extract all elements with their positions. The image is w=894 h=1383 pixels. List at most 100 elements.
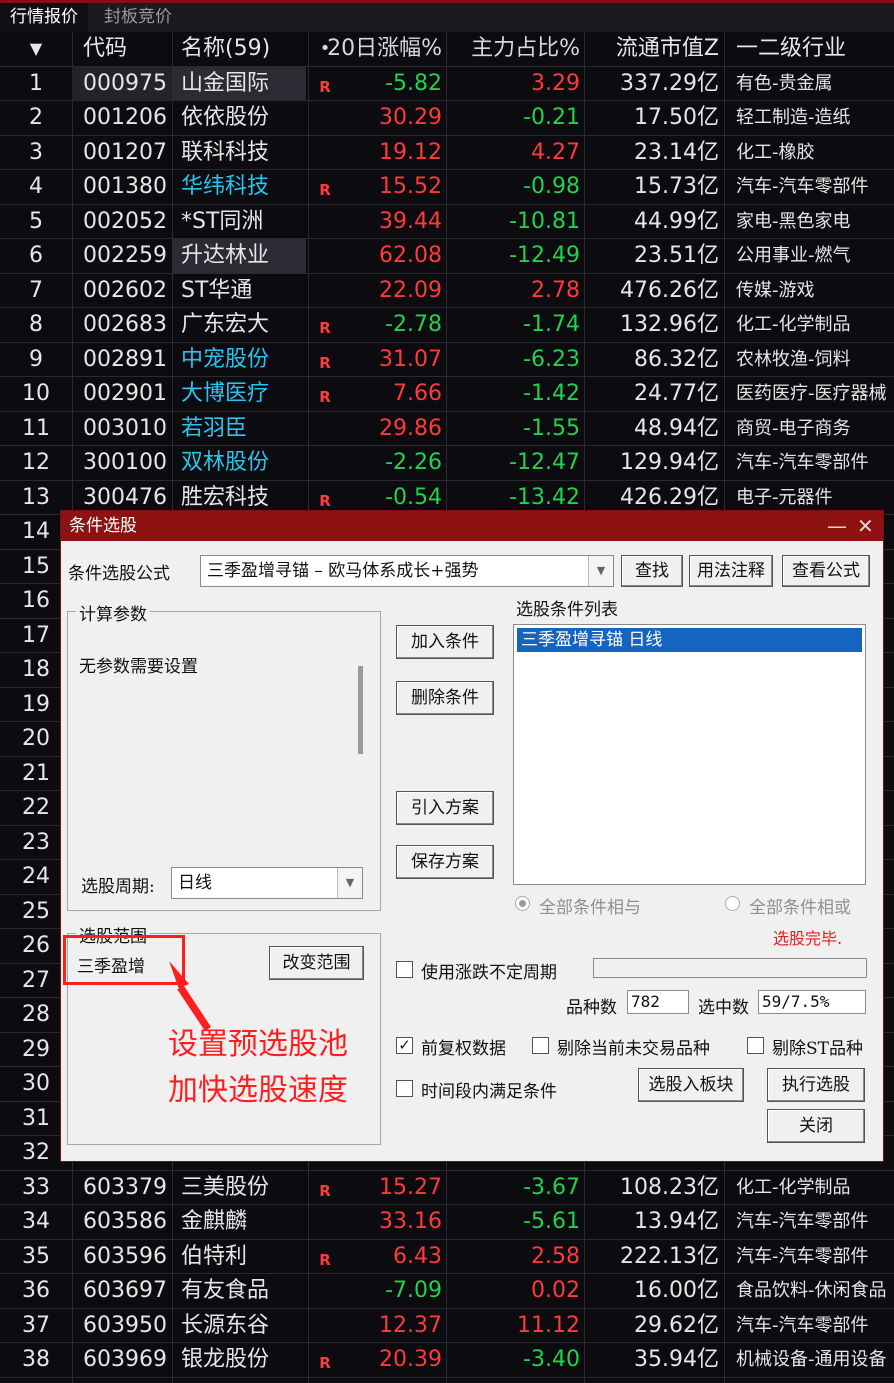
import-plan-button[interactable]: 引入方案 <box>396 791 494 825</box>
industry-value: 食品饮料-休闲食品 <box>736 1280 887 1301</box>
table-row[interactable]: 7 002602 ST华通 22.09 2.78 476.26亿 传媒-游戏 <box>0 274 894 308</box>
chevron-down-icon[interactable]: ▼ <box>588 556 613 586</box>
table-row[interactable]: 1 000975 山金国际 R -5.82 3.29 337.29亿 有色-贵金属 <box>0 66 894 101</box>
radio-or-label[interactable]: 全部条件相或 <box>749 893 851 918</box>
tab-quotes[interactable]: 行情报价 <box>0 3 88 32</box>
radio-or[interactable] <box>725 896 740 911</box>
main-ratio-value: -1.42 <box>523 381 580 406</box>
table-row[interactable]: 5 002052 *ST同洲 39.44 -10.81 44.99亿 家电-黑色家电 <box>0 205 894 239</box>
financing-flag <box>308 239 342 273</box>
chevron-down-icon[interactable]: ▼ <box>337 868 362 898</box>
stock-code: 002259 <box>83 243 167 268</box>
fq-checkbox[interactable]: ✓ <box>396 1037 413 1054</box>
stock-code: 603950 <box>83 1312 167 1338</box>
table-row[interactable]: 4 001380 华纬科技 R 15.52 -0.98 15.73亿 汽车-汽车零部件 <box>0 170 894 205</box>
table-row[interactable]: 2 001206 依依股份 30.29 -0.21 17.50亿 轻工制造-造纸 <box>0 101 894 136</box>
formula-select[interactable]: 三季盈增寻锚 – 欧马体系成长+强势 ▼ <box>200 555 614 587</box>
find-button[interactable]: 查找 <box>621 555 683 587</box>
annotation-line-2: 加快选股速度 <box>168 1073 348 1108</box>
table-row[interactable]: 35 603596 伯特利 R 6.43 2.58 222.13亿 汽车-汽车零部件 <box>0 1240 894 1274</box>
row-number: 11 <box>22 415 50 441</box>
radio-and[interactable] <box>515 896 530 911</box>
close-icon[interactable]: ✕ <box>857 511 874 541</box>
float-cap-value: 24.77亿 <box>634 381 719 406</box>
header-float-cap[interactable]: 流通市值Z <box>584 32 722 66</box>
row-number: 33 <box>22 1174 50 1200</box>
change-scope-button[interactable]: 改变范围 <box>269 946 364 980</box>
table-row[interactable]: 8 002683 广东宏大 R -2.78 -1.74 132.96亿 化工-化学制品 <box>0 308 894 343</box>
float-cap-value: 17.50亿 <box>634 105 719 130</box>
table-row[interactable]: 10 002901 大博医疗 R 7.66 -1.42 24.77亿 医药医疗-医疗器械 <box>0 377 894 412</box>
float-cap-value: 476.26亿 <box>620 277 719 303</box>
header-chg20[interactable]: 20日涨幅% <box>320 32 446 66</box>
exclude-notrade-label[interactable]: 剔除当前未交易品种 <box>557 1034 710 1059</box>
variable-period-label[interactable]: 使用涨跌不定周期 <box>421 958 557 983</box>
row-number: 4 <box>29 174 43 199</box>
industry-value: 汽车-汽车零部件 <box>736 1211 869 1232</box>
chg20-value: 29.86 <box>379 415 442 441</box>
dialog-title-bar[interactable]: 条件选股 — ✕ <box>61 511 883 541</box>
condition-list-item[interactable]: 三季盈增寻锚 日线 <box>517 628 862 652</box>
row-number: 10 <box>22 381 50 406</box>
stock-code: 603969 <box>83 1347 167 1372</box>
chg20-value: 39.44 <box>379 208 442 234</box>
table-row[interactable]: 34 603586 金麒麟 33.16 -5.61 13.94亿 汽车-汽车零部件 <box>0 1205 894 1240</box>
table-row[interactable]: 33 603379 三美股份 R 15.27 -3.67 108.23亿 化工-化学制品 <box>0 1171 894 1205</box>
condition-stock-picker-dialog: 条件选股 — ✕ 条件选股公式 三季盈增寻锚 – 欧马体系成长+强势 ▼ 查找 … <box>60 510 884 1162</box>
view-formula-button[interactable]: 查看公式 <box>782 555 870 587</box>
row-number: 38 <box>22 1347 50 1372</box>
header-main-ratio[interactable]: 主力占比% <box>446 32 584 66</box>
exclude-st-label[interactable]: 剔除ST品种 <box>772 1034 863 1059</box>
header-name[interactable]: 名称(59) <box>172 32 306 66</box>
stock-code: 603586 <box>83 1209 167 1234</box>
table-row[interactable]: 11 003010 若羽臣 29.86 -1.55 48.94亿 商贸-电子商务 <box>0 412 894 446</box>
tab-limit-auction[interactable]: 封板竞价 <box>94 3 182 32</box>
stock-code: 003010 <box>83 415 167 441</box>
stock-code: 603697 <box>83 1278 167 1303</box>
main-ratio-value: 11.12 <box>517 1312 580 1338</box>
table-row[interactable]: 3 001207 联科科技 19.12 4.27 23.14亿 化工-橡胶 <box>0 136 894 170</box>
usage-notes-button[interactable]: 用法注释 <box>689 555 773 587</box>
add-condition-button[interactable]: 加入条件 <box>396 625 494 659</box>
row-number: 13 <box>22 484 50 510</box>
radio-and-label[interactable]: 全部条件相与 <box>539 893 641 918</box>
row-number: 8 <box>29 312 43 337</box>
fq-label[interactable]: 前复权数据 <box>421 1034 506 1059</box>
header-code[interactable]: 代码 <box>72 32 172 66</box>
table-row[interactable]: 9 002891 中宠股份 R 31.07 -6.23 86.32亿 农林牧渔-饲料 <box>0 343 894 377</box>
condition-list[interactable]: 三季盈增寻锚 日线 <box>513 624 866 885</box>
chg20-value: -2.78 <box>385 312 442 337</box>
add-to-block-button[interactable]: 选股入板块 <box>638 1068 744 1102</box>
time-segment-checkbox[interactable] <box>396 1080 413 1097</box>
no-params-text: 无参数需要设置 <box>79 657 198 677</box>
params-scrollbar[interactable] <box>358 666 363 754</box>
table-row[interactable]: 36 603697 有友食品 -7.09 0.02 16.00亿 食品饮料-休闲食品 <box>0 1274 894 1309</box>
period-select[interactable]: 日线 ▼ <box>171 867 363 899</box>
period-value: 日线 <box>178 873 212 893</box>
time-segment-label[interactable]: 时间段内满足条件 <box>421 1077 557 1102</box>
main-ratio-value: -13.42 <box>509 484 580 510</box>
close-button[interactable]: 关闭 <box>767 1109 865 1143</box>
table-row[interactable]: 38 603969 银龙股份 R 20.39 -3.40 35.94亿 机械设备-通用设备 <box>0 1343 894 1378</box>
minimize-icon[interactable]: — <box>827 511 847 541</box>
chg20-value: 15.27 <box>379 1174 442 1200</box>
industry-value: 商贸-电子商务 <box>736 417 851 439</box>
variable-period-checkbox[interactable] <box>396 961 413 978</box>
execute-button[interactable]: 执行选股 <box>767 1068 865 1102</box>
table-row[interactable]: 12 300100 双林股份 -2.26 -12.47 129.94亿 汽车-汽车零部件 <box>0 446 894 481</box>
variable-period-field[interactable] <box>593 958 867 978</box>
header-industry[interactable]: 一二级行业 <box>724 32 894 66</box>
financing-flag <box>308 136 342 170</box>
sort-desc-icon[interactable]: ▼ <box>0 32 72 66</box>
exclude-notrade-checkbox[interactable] <box>532 1037 549 1054</box>
exclude-st-checkbox[interactable] <box>747 1037 764 1054</box>
table-row[interactable]: 37 603950 长源东谷 12.37 11.12 29.62亿 汽车-汽车零部件 <box>0 1309 894 1343</box>
stock-code: 001380 <box>83 174 167 199</box>
main-ratio-value: -3.40 <box>523 1347 580 1372</box>
save-plan-button[interactable]: 保存方案 <box>396 845 494 879</box>
stock-code: 300476 <box>83 484 167 510</box>
chg20-value: -2.26 <box>385 450 442 475</box>
delete-condition-button[interactable]: 删除条件 <box>396 681 494 715</box>
table-row[interactable]: 6 002259 升达林业 62.08 -12.49 23.51亿 公用事业-燃气 <box>0 239 894 274</box>
stock-name: 依依股份 <box>181 105 270 130</box>
